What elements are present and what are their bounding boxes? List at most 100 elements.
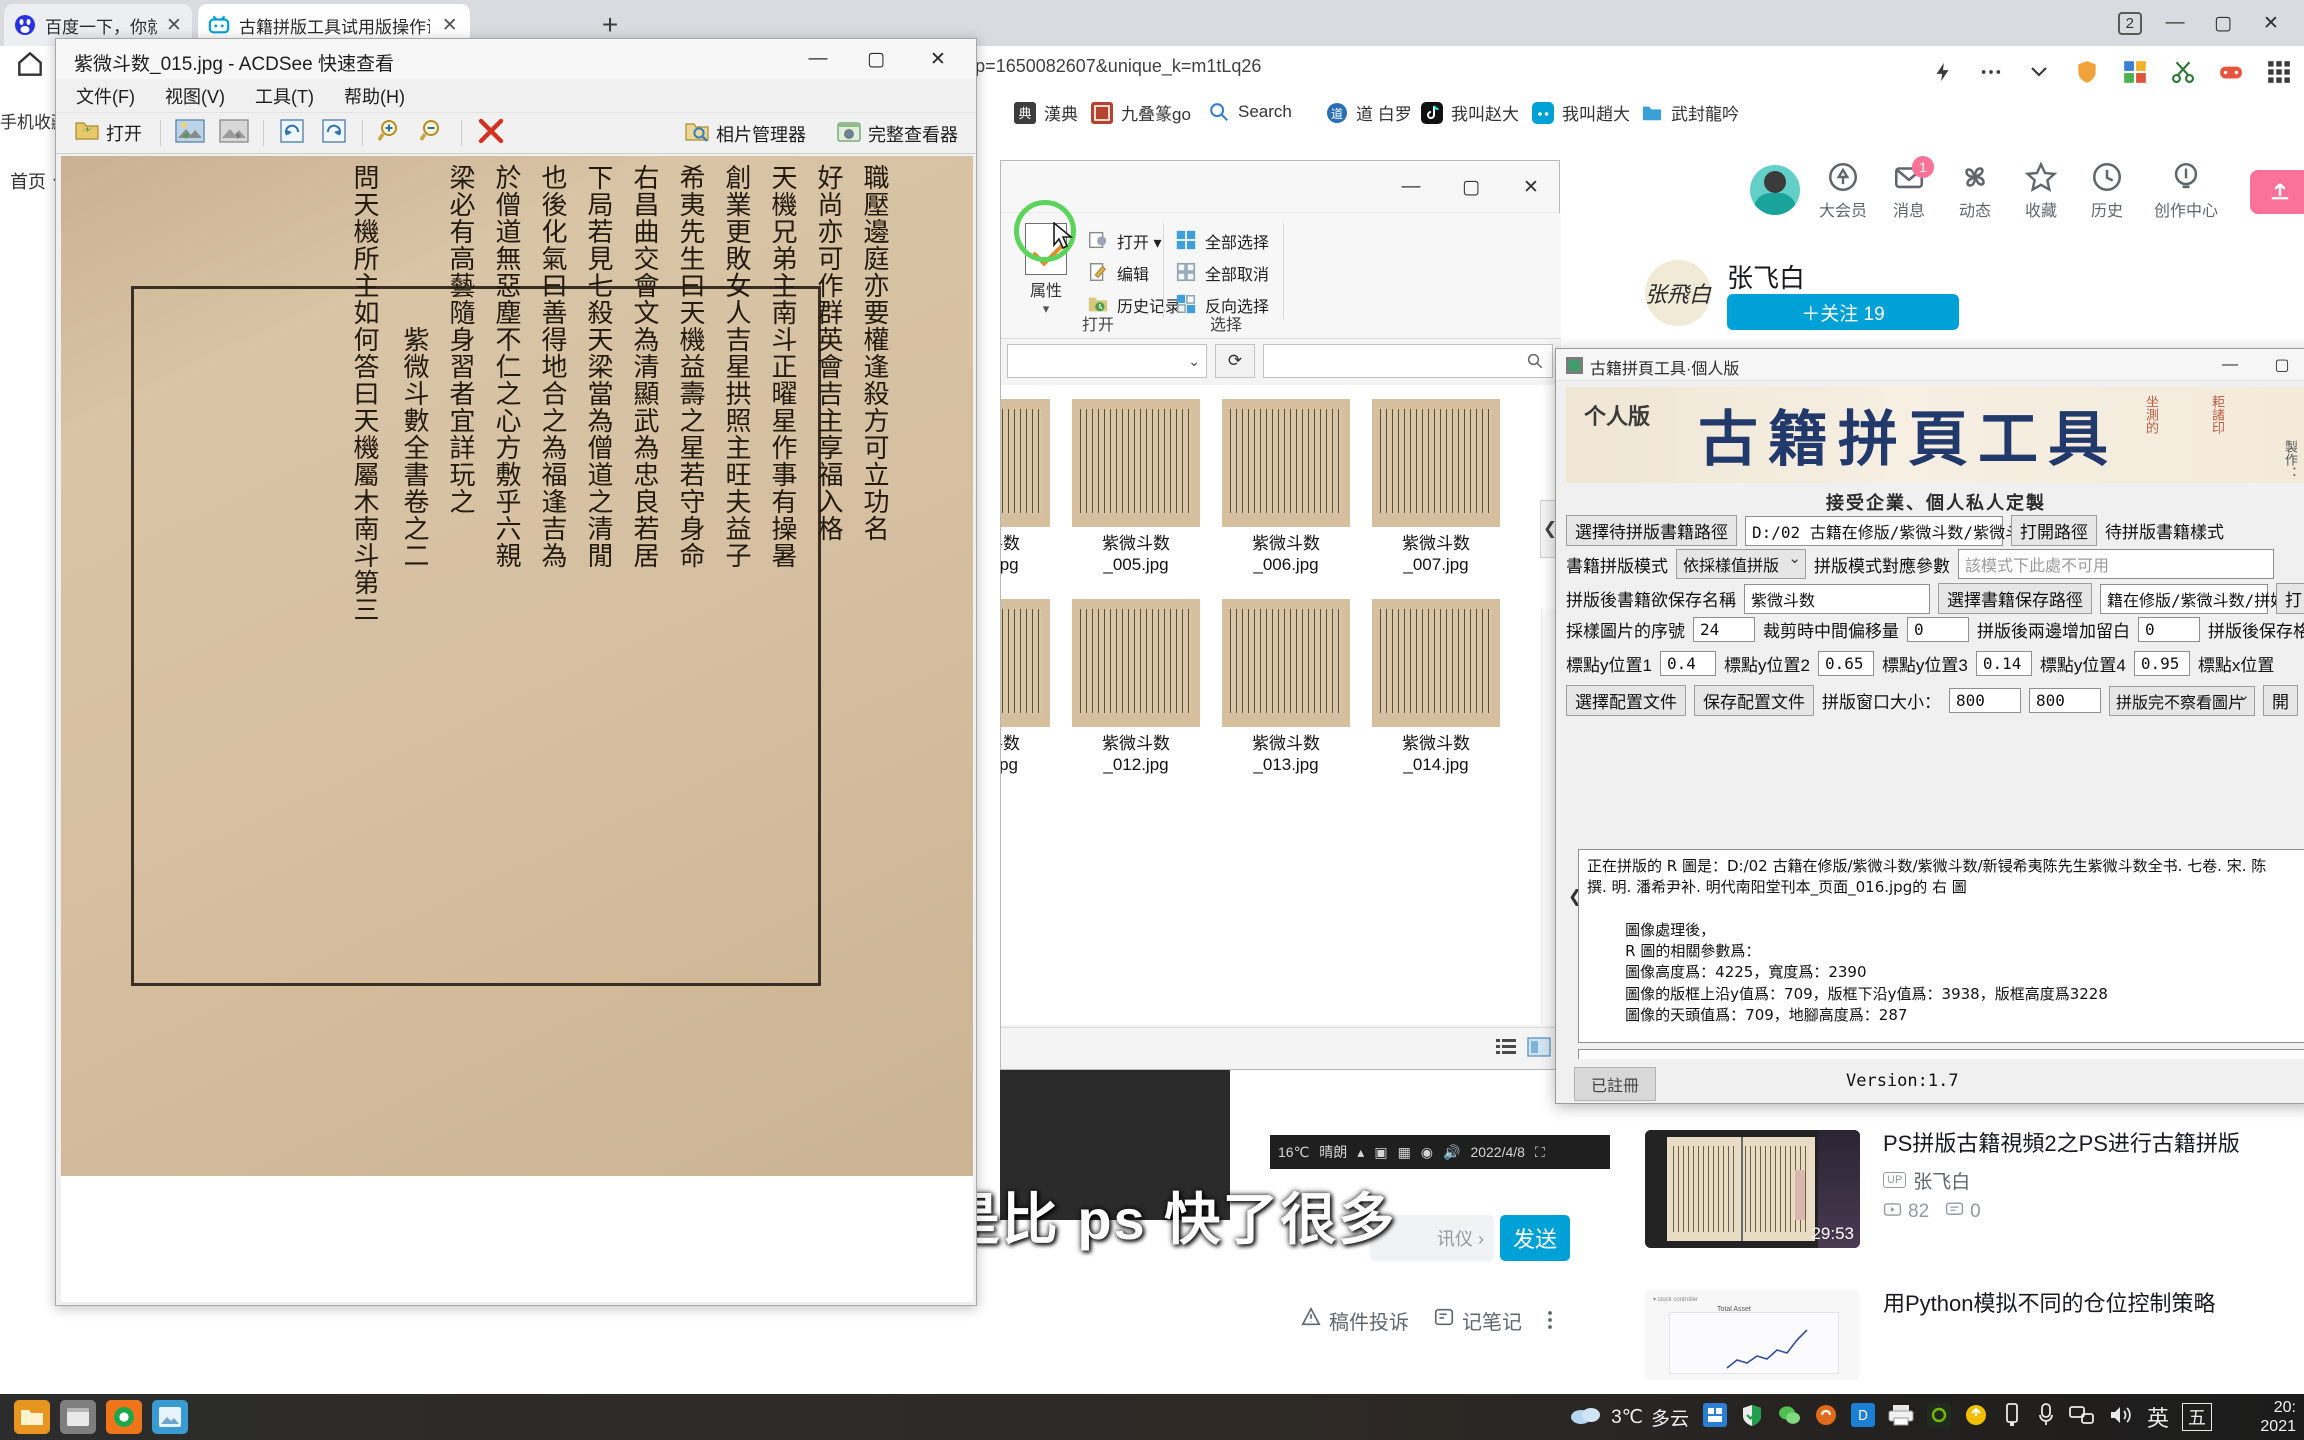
tile-view-icon[interactable] (1527, 1036, 1551, 1063)
update-icon[interactable] (1964, 1403, 1988, 1432)
file-item[interactable]: 紫微斗数 _011.jpg (1001, 593, 1061, 793)
address-bar[interactable]: ⌄ (1007, 344, 1207, 378)
bili-nav-favorites[interactable]: 收藏 (2008, 160, 2074, 221)
nvidia-icon[interactable] (1926, 1402, 1951, 1432)
usb-icon[interactable] (2001, 1402, 2023, 1433)
scissors-icon[interactable] (2168, 57, 2198, 87)
browser-minimize-button[interactable]: — (2160, 12, 2190, 34)
menu-file[interactable]: 文件(F) (76, 83, 135, 109)
bookmark-item-3[interactable]: 道 道 白罗 (1325, 100, 1412, 125)
video-title[interactable]: PS拼版古籍視頻2之PS进行古籍拼版 (1883, 1130, 2303, 1158)
bili-nav-vip[interactable]: 大会员 (1810, 160, 1876, 221)
zoom-in-icon[interactable] (377, 118, 405, 149)
apps-icon[interactable] (2264, 57, 2294, 87)
bili-nav-creator[interactable]: 创作中心 (2140, 160, 2232, 221)
bili-nav-history[interactable]: 历史 (2074, 160, 2140, 221)
file-item[interactable]: 紫微斗数 _006.jpg (1211, 393, 1361, 593)
acdsee-minimize-button[interactable]: — (790, 39, 846, 79)
file-item[interactable]: 紫微斗数 _012.jpg (1061, 593, 1211, 793)
marker-y2-input[interactable]: 0.65 (1817, 651, 1874, 676)
bili-nav-dynamic[interactable]: 动态 (1942, 160, 2008, 221)
bookmark-item-2[interactable]: Search (1207, 100, 1292, 124)
select-save-path-button[interactable]: 選擇書籍保存路徑 (1938, 583, 2092, 614)
select-config-button[interactable]: 選擇配置文件 (1566, 685, 1686, 716)
source-path-input[interactable]: D:/02 古籍在修版/紫微斗数/紫微斗数 (1745, 515, 2037, 546)
acdsee-close-button[interactable]: ✕ (910, 39, 966, 79)
save-path-input[interactable]: 籍在修版/紫微斗数/拼好 (2100, 583, 2286, 614)
follow-button[interactable]: ＋关注 19 (1727, 294, 1959, 330)
rotate-right-icon[interactable] (320, 118, 348, 149)
gjtool-minimize-button[interactable]: — (2208, 349, 2252, 381)
note-action[interactable]: 记笔记 (1433, 1306, 1522, 1335)
input-method-indicator[interactable]: 英 (2147, 1401, 2169, 1433)
window-height-input[interactable]: 800 (2029, 688, 2101, 713)
browser-maximize-button[interactable]: ▢ (2208, 12, 2238, 35)
bookmark-item-4[interactable]: 我叫赵大 (1420, 100, 1519, 125)
bookmark-item-1[interactable]: 九叠篆go (1090, 100, 1191, 125)
next-image-icon[interactable] (219, 118, 249, 149)
upload-button[interactable] (2250, 170, 2304, 214)
file-item[interactable]: 紫微斗数 _013.jpg (1211, 593, 1361, 793)
thumbnail[interactable]: ▾ stock controller Total Asset (1645, 1290, 1860, 1380)
input-mode-indicator[interactable]: 五 (2182, 1403, 2212, 1431)
sample-index-input[interactable]: 24 (1693, 617, 1755, 642)
more-vertical-icon[interactable] (1546, 1308, 1554, 1332)
ribbon-edit-button[interactable]: 编辑 (1087, 257, 1181, 289)
save-name-input[interactable]: 紫微斗数 (1744, 583, 1930, 614)
refresh-button[interactable]: ⟳ (1215, 344, 1255, 378)
start-button[interactable]: 開 (2263, 685, 2298, 716)
window-taskbar-icon[interactable] (60, 1400, 96, 1434)
defender-icon[interactable] (1740, 1403, 1764, 1432)
file-item[interactable]: 紫微斗数 _005.jpg (1061, 393, 1211, 593)
mic-icon[interactable] (2036, 1402, 2056, 1433)
home-icon[interactable] (14, 48, 46, 80)
mode-param-input[interactable]: 該模式下此處不可用 (1958, 549, 2274, 579)
deselect-all-button[interactable]: 全部取消 (1175, 257, 1269, 289)
sogou-icon[interactable] (1814, 1403, 1838, 1432)
select-all-button[interactable]: 全部选择 (1175, 225, 1269, 257)
previous-image-icon[interactable] (175, 118, 205, 149)
file-item[interactable]: 紫微斗数 _004.jpg (1001, 393, 1061, 593)
bookmark-item-0[interactable]: 典 漢典 (1013, 100, 1078, 125)
more-icon[interactable] (1976, 57, 2006, 87)
full-viewer-button[interactable]: 完整查看器 (832, 118, 962, 151)
printer-icon[interactable] (1888, 1403, 1914, 1432)
uploader-name[interactable]: 张飞白 (1727, 258, 1805, 295)
explorer-maximize-button[interactable]: ▢ (1441, 161, 1501, 213)
explorer-file-grid[interactable]: 紫微斗数 _004.jpg 紫微斗数 _005.jpg 紫微斗数 _006.jpg 紫… (1001, 385, 1561, 1025)
menu-view[interactable]: 视图(V) (165, 83, 225, 109)
crop-offset-input[interactable]: 0 (1907, 617, 1969, 642)
report-action[interactable]: 稿件投诉 (1300, 1306, 1409, 1335)
video-title[interactable]: 用Python模拟不同的仓位控制策略 (1883, 1290, 2303, 1318)
menu-help[interactable]: 帮助(H) (344, 83, 405, 109)
new-tab-button[interactable]: + (592, 8, 628, 42)
wechat-icon[interactable] (1777, 1403, 1801, 1432)
rotate-left-icon[interactable] (278, 118, 306, 149)
acdsee-image-canvas[interactable]: 職壓邊庭亦要權逢殺方可立功名 好尚亦可作群英會吉主享福入格 天機兄弟主南斗正曜星… (61, 156, 973, 1302)
game-icon[interactable] (2216, 57, 2246, 87)
close-red-icon[interactable] (476, 117, 506, 150)
browser-close-button[interactable]: ✕ (2256, 12, 2286, 35)
log-output[interactable]: 正在拼版的 R 圖是：D:/02 古籍在修版/紫微斗数/紫微斗数/新锓希夷陈先生… (1578, 849, 2304, 1043)
ribbon-open-button[interactable]: 打开 ▾ (1087, 225, 1181, 257)
shield-icon[interactable] (2072, 57, 2102, 87)
tab-count-badge[interactable]: 2 (2117, 11, 2142, 35)
marker-y3-input[interactable]: 0.14 (1975, 651, 2032, 676)
explorer-minimize-button[interactable]: — (1381, 161, 1441, 213)
list-view-icon[interactable] (1495, 1036, 1519, 1063)
bookmark-item-5[interactable]: 我叫趙大 (1531, 100, 1630, 125)
open-path-button[interactable]: 打開路徑 (2011, 515, 2097, 546)
mode-select[interactable]: 依採樣值拼版 (1676, 549, 1806, 579)
zoom-out-icon[interactable] (419, 118, 447, 149)
close-icon[interactable]: ✕ (439, 14, 460, 37)
explorer-taskbar-icon[interactable] (14, 1400, 50, 1434)
save-config-button[interactable]: 保存配置文件 (1694, 685, 1814, 716)
marker-y4-input[interactable]: 0.95 (2133, 651, 2190, 676)
weather-widget[interactable]: 3℃ 多云 (1569, 1402, 1689, 1432)
select-source-path-button[interactable]: 選擇待拼版書籍路徑 (1566, 515, 1737, 546)
volume-icon[interactable] (2108, 1403, 2134, 1432)
close-icon[interactable]: ✕ (166, 14, 182, 37)
list-item[interactable]: ▾ stock controller Total Asset 用Python模拟… (1645, 1290, 2304, 1410)
explorer-close-button[interactable]: ✕ (1501, 161, 1561, 213)
lightning-icon[interactable] (1928, 57, 1958, 87)
